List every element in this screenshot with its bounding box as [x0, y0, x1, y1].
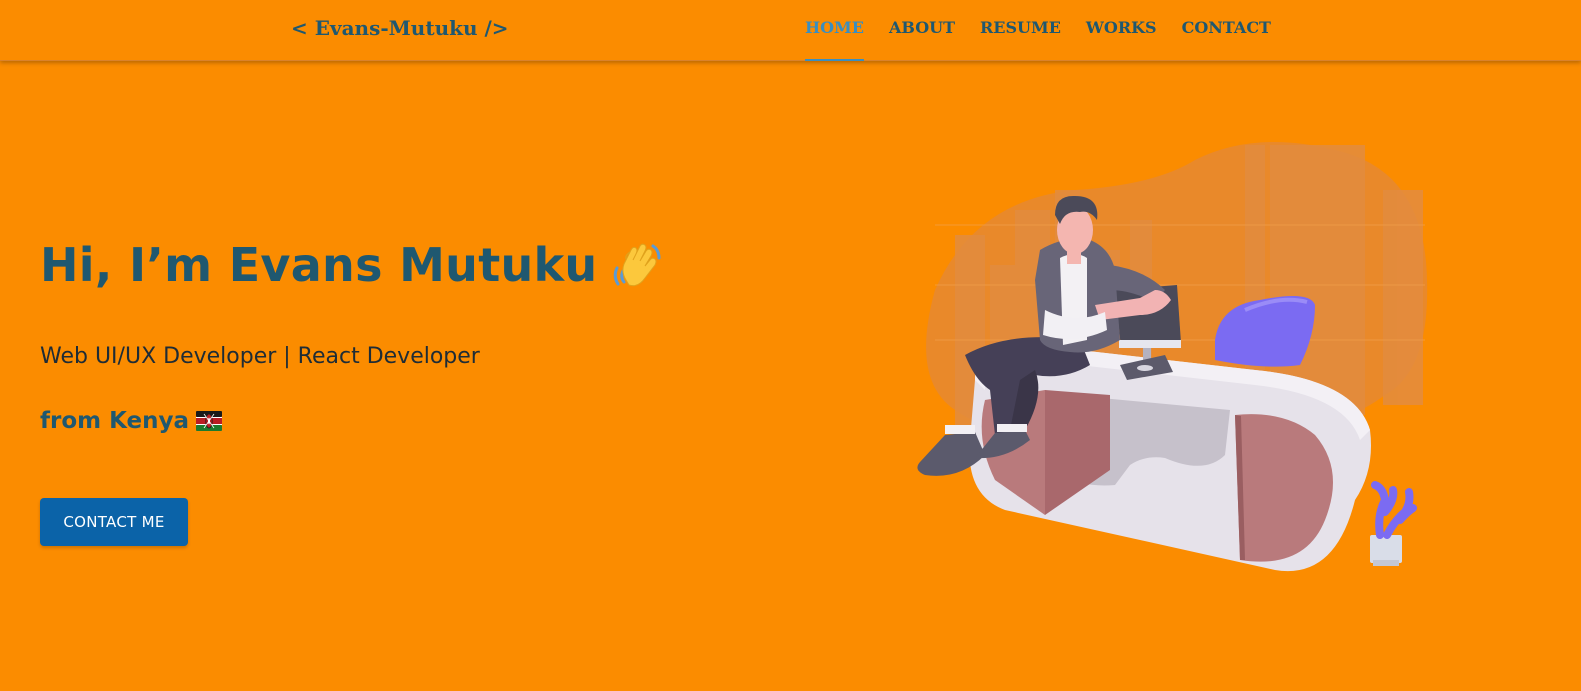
hero-role-text: Web UI/UX Developer | React Developer: [40, 344, 480, 369]
nav-resume[interactable]: RESUME: [980, 0, 1061, 61]
contact-me-button[interactable]: CONTACT ME: [40, 498, 188, 546]
nav-menu: HOME ABOUT RESUME WORKS CONTACT: [805, 0, 1271, 61]
nav-works[interactable]: WORKS: [1086, 0, 1157, 61]
hero-location: from Kenya: [40, 408, 223, 434]
brand-logo[interactable]: < Evans-Mutuku />: [291, 16, 509, 40]
hero-greeting: Hi, I’m Evans Mutuku: [40, 238, 598, 292]
nav-about[interactable]: ABOUT: [889, 0, 955, 61]
kenya-flag-icon: [196, 411, 223, 431]
developer-at-desk-illustration: [915, 140, 1435, 580]
top-navbar: < Evans-Mutuku /> HOME ABOUT RESUME WORK…: [0, 0, 1581, 61]
hero-heading: Hi, I’m Evans Mutuku: [40, 238, 663, 292]
nav-contact[interactable]: CONTACT: [1182, 0, 1271, 61]
nav-home[interactable]: HOME: [805, 0, 864, 61]
waving-hand-icon: [609, 238, 663, 292]
hero-from-text: from Kenya: [40, 408, 190, 434]
